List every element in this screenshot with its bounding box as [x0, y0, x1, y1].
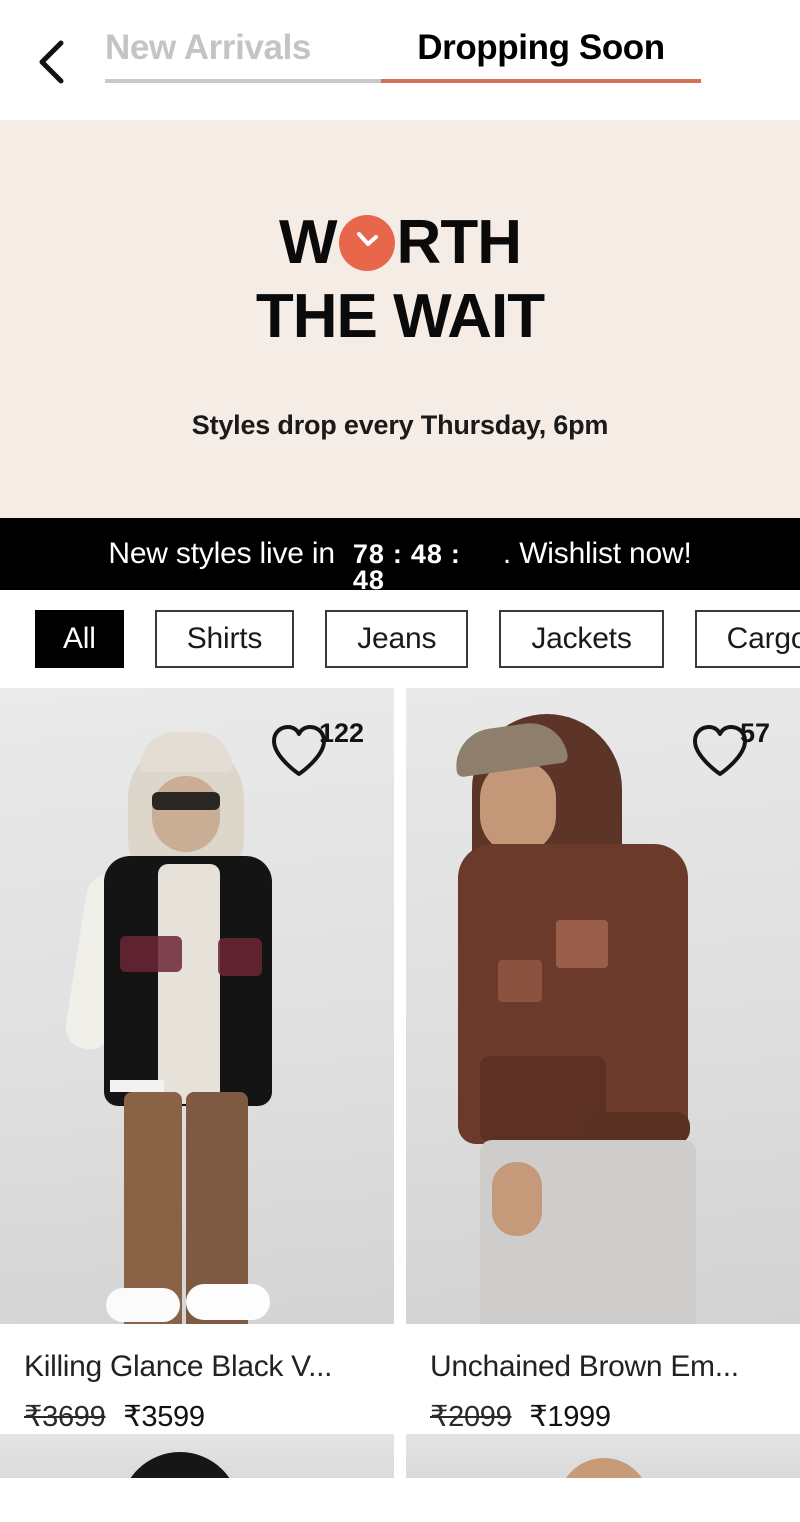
countdown-bar: New styles live in 78 48 : 48 : . Wishli…: [0, 518, 800, 590]
filter-chip-jeans-label: Jeans: [357, 622, 437, 655]
wishlist-count: 122: [318, 718, 364, 748]
back-button[interactable]: [28, 38, 76, 86]
product-price-current: ₹1999: [529, 1400, 611, 1433]
product-info: Killing Glance Black V... ₹3699 ₹3599: [0, 1324, 394, 1434]
clock-icon: [338, 215, 395, 271]
countdown-hours-rolling: 48: [352, 564, 385, 591]
countdown-timer: 78 48 : 48 :: [353, 538, 469, 591]
wishlist-button[interactable]: 122: [270, 720, 364, 778]
product-photo-detail: [106, 1288, 180, 1322]
countdown-separator-1: :: [392, 538, 403, 569]
filter-chip-row[interactable]: All Shirts Jeans Jackets Cargo: [0, 590, 800, 688]
product-title: Killing Glance Black V...: [24, 1350, 333, 1383]
countdown-prefix: New styles live in: [108, 537, 335, 570]
chevron-left-icon: [35, 38, 69, 86]
tab-dropping-soon-underline: [381, 79, 701, 83]
product-photo-detail: [152, 776, 220, 852]
product-card[interactable]: 122 Killing Glance Black V... ₹3699 ₹359…: [0, 688, 394, 1434]
filter-chip-all-label: All: [63, 622, 96, 655]
tab-new-arrivals-underline: [105, 79, 381, 83]
filter-chip-shirts-label: Shirts: [186, 622, 263, 655]
product-price-original: ₹3699: [24, 1400, 106, 1433]
product-grid: 122 Killing Glance Black V... ₹3699 ₹359…: [0, 688, 800, 1434]
filter-chip-cargo-label: Cargo: [726, 622, 800, 655]
product-photo-detail: [152, 792, 220, 810]
product-card[interactable]: [0, 1433, 394, 1478]
tab-bar: New Arrivals Dropping Soon: [105, 30, 701, 83]
product-image[interactable]: [406, 1433, 800, 1478]
product-photo-detail: [186, 1284, 270, 1320]
hero-banner: W RTH THE WAIT Styles drop every Thursda…: [0, 120, 800, 518]
product-price: ₹2099 ₹1999: [430, 1399, 776, 1434]
wishlist-count: 57: [739, 718, 770, 748]
product-photo-detail: [218, 938, 262, 976]
countdown-suffix: . Wishlist now!: [502, 537, 692, 570]
hero-title-part-1: W: [279, 208, 338, 277]
header: New Arrivals Dropping Soon: [0, 0, 800, 120]
product-title: Unchained Brown Em...: [430, 1350, 739, 1383]
hero-title-part-2: RTH: [396, 208, 522, 277]
filter-chip-all[interactable]: All: [35, 610, 124, 668]
countdown-separator-2: :: [450, 538, 461, 569]
filter-chip-shirts[interactable]: Shirts: [154, 610, 295, 668]
product-photo-detail: [120, 936, 182, 972]
product-photo-detail: [158, 864, 220, 1104]
countdown-minutes: 48: [410, 538, 443, 569]
product-photo-detail: [492, 1162, 542, 1236]
product-price-original: ₹2099: [430, 1400, 512, 1433]
tab-dropping-soon-label: Dropping Soon: [417, 28, 665, 67]
countdown-text: New styles live in 78 48 : 48 : . Wishli…: [108, 537, 692, 591]
product-grid-next-row: [0, 1433, 800, 1478]
product-photo-detail: [556, 920, 608, 968]
filter-chip-cargo[interactable]: Cargo: [694, 610, 800, 668]
product-price-current: ₹3599: [123, 1400, 205, 1433]
product-image[interactable]: [0, 1433, 394, 1478]
product-price: ₹3699 ₹3599: [24, 1399, 370, 1434]
filter-chip-jackets-label: Jackets: [531, 622, 632, 655]
product-info: Unchained Brown Em... ₹2099 ₹1999: [406, 1324, 800, 1434]
filter-chip-jackets[interactable]: Jackets: [499, 610, 664, 668]
product-photo-detail: [110, 1080, 164, 1092]
tab-dropping-soon[interactable]: Dropping Soon: [381, 30, 701, 83]
product-photo-detail: [480, 760, 556, 854]
app-screen: New Arrivals Dropping Soon W RTH THE WAI…: [0, 0, 800, 1522]
tab-new-arrivals-label: New Arrivals: [105, 28, 311, 67]
product-image[interactable]: 122: [0, 688, 394, 1324]
product-card[interactable]: [406, 1433, 800, 1478]
hero-title-line-1: W RTH: [279, 208, 522, 277]
tab-new-arrivals[interactable]: New Arrivals: [105, 30, 381, 83]
hero-title-line-2: THE WAIT: [255, 282, 545, 351]
hero-subtitle: Styles drop every Thursday, 6pm: [191, 410, 609, 440]
countdown-hours: 78 48: [353, 539, 385, 591]
filter-chip-jeans[interactable]: Jeans: [325, 610, 469, 668]
wishlist-button[interactable]: 57: [691, 720, 770, 778]
product-card[interactable]: 57 Unchained Brown Em... ₹2099 ₹1999: [406, 688, 800, 1434]
product-image[interactable]: 57: [406, 688, 800, 1324]
product-photo-detail: [498, 960, 542, 1002]
